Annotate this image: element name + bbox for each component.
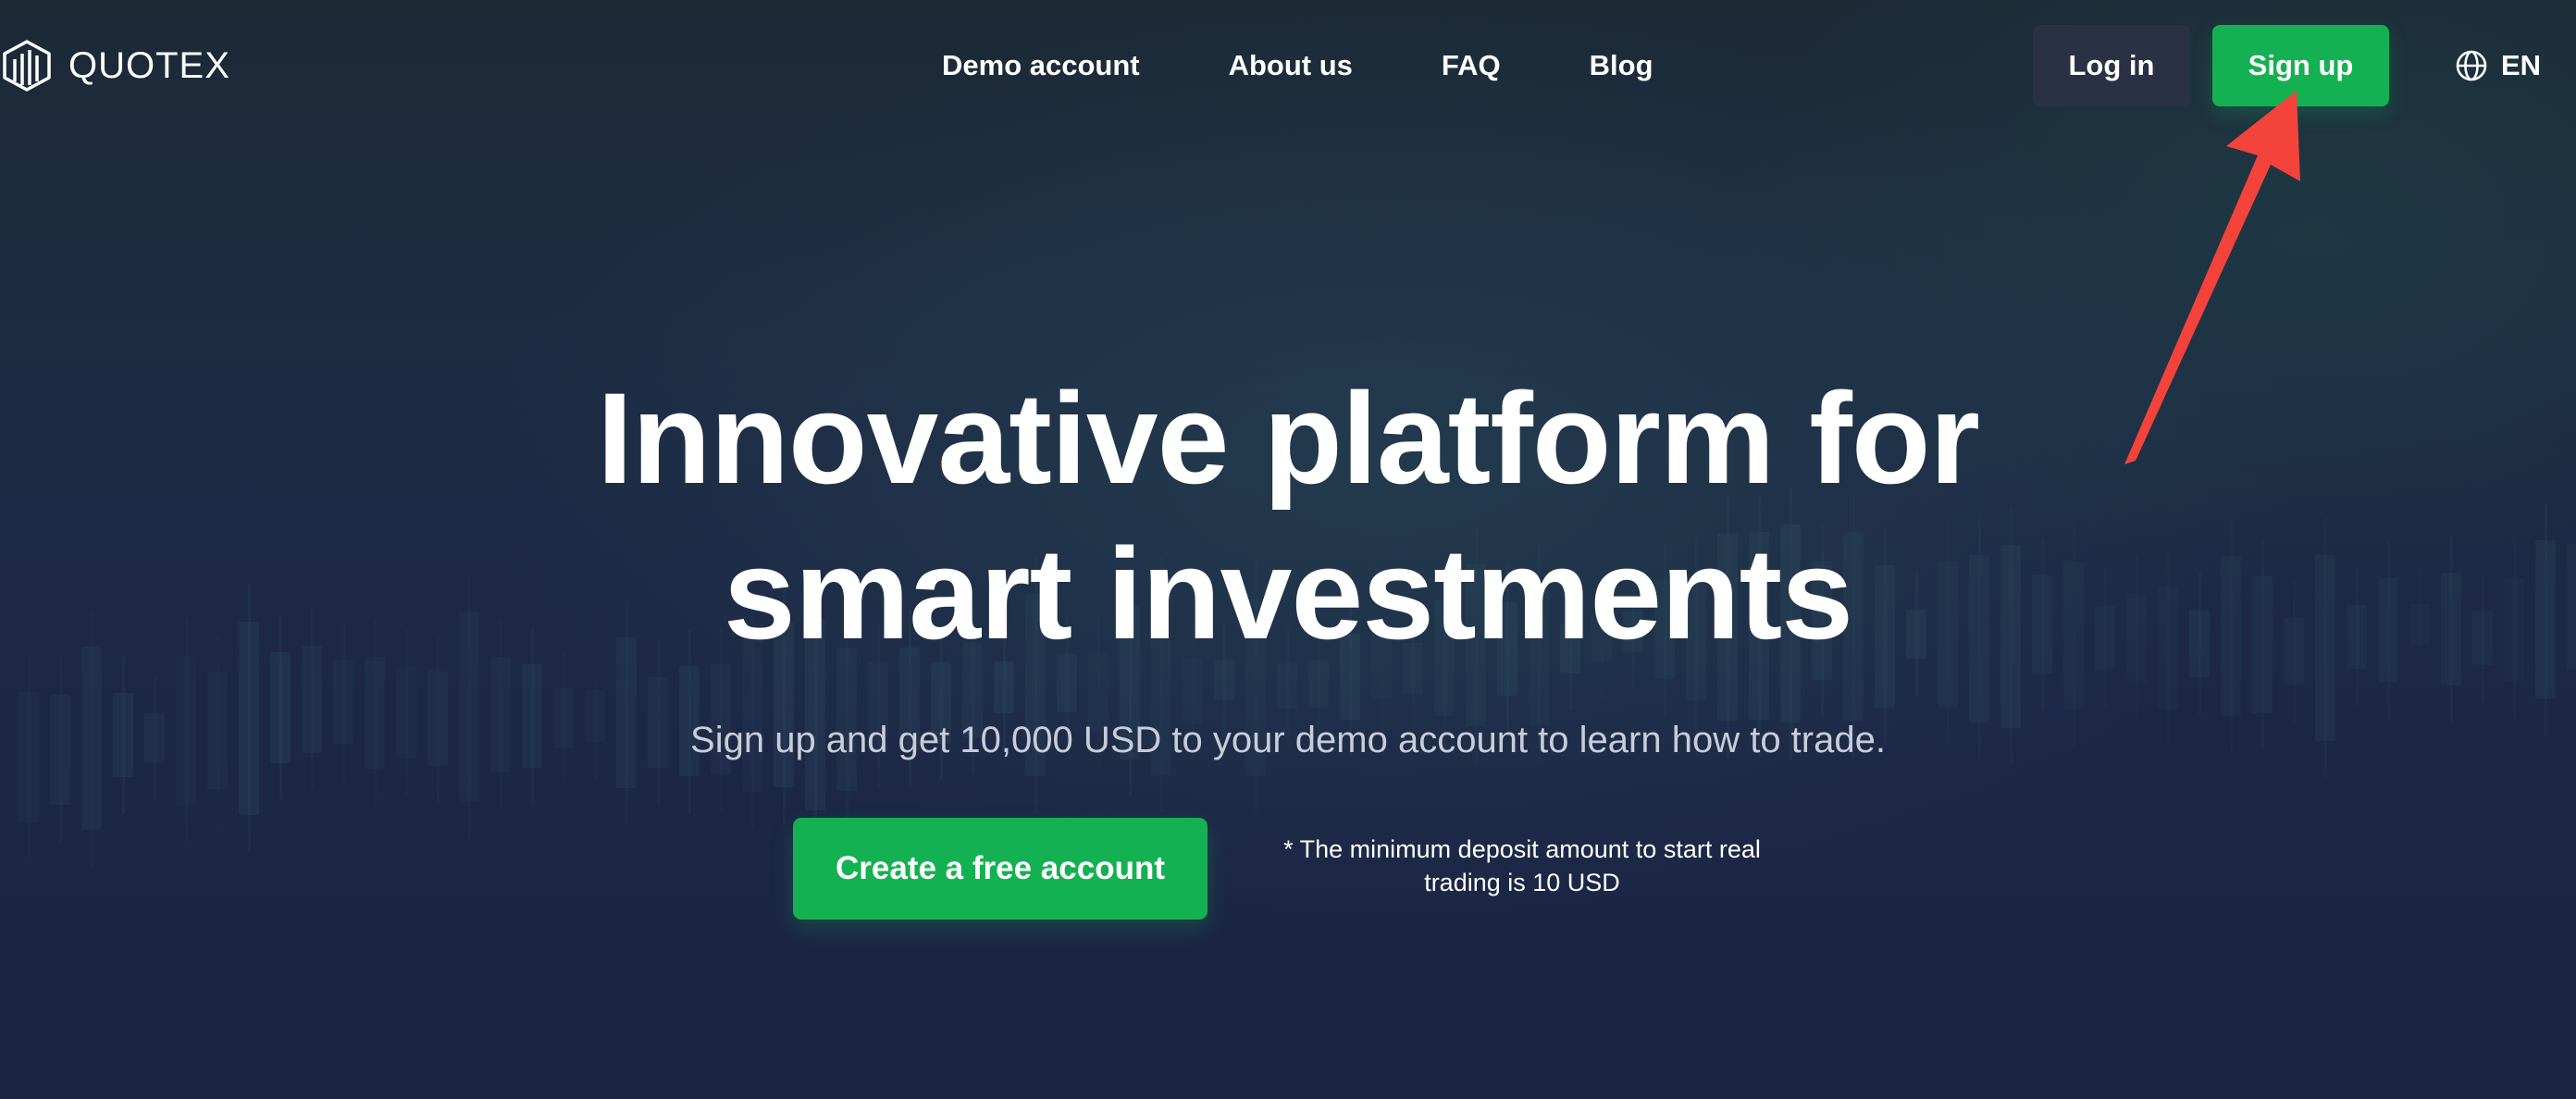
- nav-item-demo-account[interactable]: Demo account: [942, 49, 1140, 82]
- brand-logo[interactable]: QUOTEX: [0, 39, 230, 93]
- language-code: EN: [2501, 49, 2542, 81]
- brand-name: QUOTEX: [68, 44, 230, 86]
- main-nav: Demo account About us FAQ Blog: [942, 44, 1653, 87]
- signup-button[interactable]: Sign up: [2212, 25, 2389, 106]
- login-button[interactable]: Log in: [2033, 25, 2190, 106]
- deposit-note-line2: trading is 10 USD: [1424, 869, 1620, 896]
- nav-item-about-us[interactable]: About us: [1229, 49, 1353, 82]
- deposit-note-line1: * The minimum deposit amount to start re…: [1283, 835, 1761, 863]
- hero-title-line2: smart investments: [723, 521, 1853, 666]
- quotex-logo-icon: [3, 40, 51, 92]
- hero-title-line1: Innovative platform for: [597, 365, 1980, 511]
- nav-item-blog[interactable]: Blog: [1590, 49, 1653, 82]
- hero-subtitle: Sign up and get 10,000 USD to your demo …: [690, 720, 1886, 760]
- nav-item-faq[interactable]: FAQ: [1442, 49, 1501, 82]
- hero-title: Innovative platform for smart investment…: [0, 361, 2576, 672]
- create-account-button[interactable]: Create a free account: [793, 818, 1208, 920]
- language-selector[interactable]: EN: [2455, 44, 2541, 87]
- site-header: QUOTEX Demo account About us FAQ Blog Lo…: [0, 0, 2576, 130]
- deposit-note: * The minimum deposit amount to start re…: [1231, 833, 1814, 899]
- globe-icon: [2456, 50, 2487, 81]
